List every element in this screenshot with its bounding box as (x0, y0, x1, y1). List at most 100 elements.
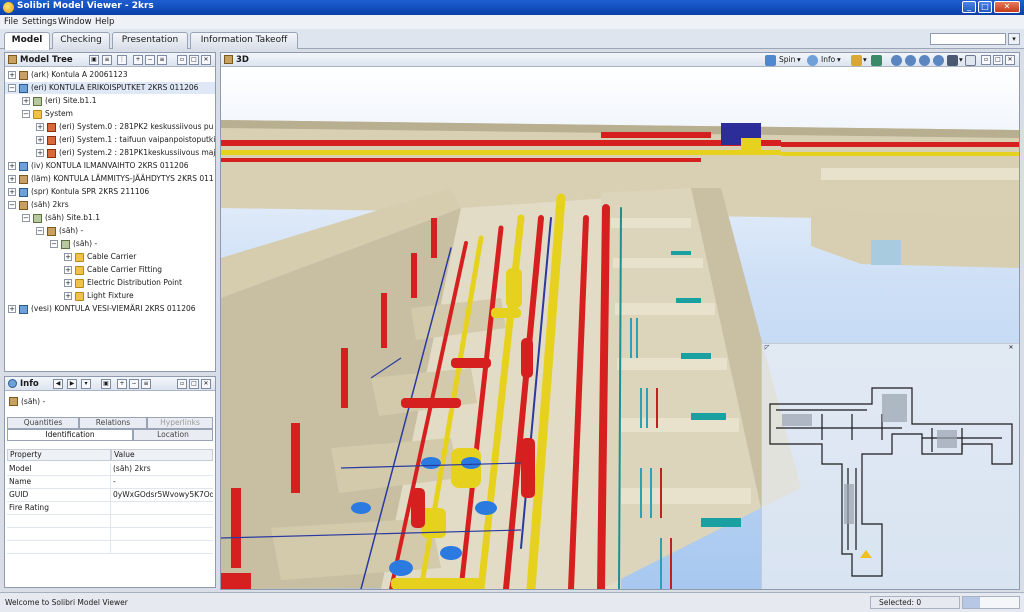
minimap-panel[interactable]: ◸ ✕ (761, 343, 1019, 589)
info-dropdown[interactable]: Info (821, 55, 835, 65)
tree-item[interactable]: + (eri) System.2 : 281PK1keskussiivous m… (5, 147, 215, 159)
search-icon[interactable]: ▾ (1008, 33, 1020, 45)
collapse-icon[interactable]: − (22, 110, 30, 118)
maximize-button[interactable]: □ (978, 1, 992, 13)
tree-item[interactable]: + (ark) Kontula A 20061123 (5, 69, 215, 81)
box-view-icon[interactable] (851, 55, 862, 66)
panel-maximize-icon[interactable]: □ (189, 379, 199, 389)
chevron-down-icon[interactable]: ▾ (959, 55, 963, 65)
panel-maximize-icon[interactable]: □ (189, 55, 199, 65)
tree-item[interactable]: − (säh) Site.b1.1 (5, 212, 215, 224)
expand-icon[interactable]: + (64, 253, 72, 261)
tree-filter-icon[interactable]: ≡ (102, 55, 112, 65)
minimap-close-icon[interactable]: ✕ (1006, 344, 1016, 354)
expand-icon[interactable]: + (8, 71, 16, 79)
expand-icon[interactable]: + (8, 162, 16, 170)
close-button[interactable]: ✕ (994, 1, 1020, 13)
tree-item[interactable]: − (säh) - (5, 225, 215, 237)
tab-relations[interactable]: Relations (79, 417, 147, 429)
minimap-resize-icon[interactable]: ◸ (762, 344, 772, 354)
info-settings-icon[interactable]: ▣ (101, 379, 111, 389)
tab-information-takeoff[interactable]: Information Takeoff (190, 32, 298, 49)
dropdown-icon[interactable]: ▾ (81, 379, 91, 389)
tree-item[interactable]: + Electric Distribution Point (5, 277, 215, 289)
tree-item[interactable]: − (eri) KONTULA ERIKOISPUTKET 2KRS 01120… (5, 82, 215, 94)
menu-window[interactable]: Window (58, 17, 92, 27)
tree-item[interactable]: − (säh) 2krs (5, 199, 215, 211)
expand-icon[interactable]: + (64, 292, 72, 300)
menu-file[interactable]: File (4, 17, 18, 27)
expand-icon[interactable]: + (36, 149, 44, 157)
info-icon[interactable] (807, 55, 818, 66)
zoom-fit-icon[interactable] (891, 55, 902, 66)
tree-item[interactable]: + (iv) KONTULA ILMANVAIHTO 2KRS 011206 (5, 160, 215, 172)
tree-item[interactable]: − System (5, 108, 215, 120)
minimize-button[interactable]: _ (962, 1, 976, 13)
tree-list-icon[interactable]: ≡ (157, 55, 167, 65)
forward-arrow-icon[interactable]: ▶ (67, 379, 77, 389)
tree-item[interactable]: + Cable Carrier Fitting (5, 264, 215, 276)
expand-icon[interactable]: + (64, 279, 72, 287)
expand-icon[interactable]: + (22, 97, 30, 105)
collapse-all-icon[interactable]: − (129, 379, 139, 389)
tab-quantities[interactable]: Quantities (7, 417, 79, 429)
collapse-all-icon[interactable]: − (145, 55, 155, 65)
expand-icon[interactable]: + (8, 188, 16, 196)
list-icon[interactable]: ≡ (141, 379, 151, 389)
panel-maximize-icon[interactable]: □ (993, 55, 1003, 65)
panel-restore-icon[interactable]: ▫ (177, 55, 187, 65)
zoom-out-icon[interactable] (919, 55, 930, 66)
tree-item[interactable]: + (eri) System.0 : 281PK2 keskussiivous … (5, 121, 215, 133)
expand-all-icon[interactable]: + (117, 379, 127, 389)
collapse-icon[interactable]: − (8, 201, 16, 209)
panel-close-icon[interactable]: ✕ (1005, 55, 1015, 65)
search-input[interactable] (930, 33, 1006, 45)
tree-structure-icon[interactable]: ⋮ (117, 55, 127, 65)
tree-item[interactable]: + (eri) Site.b1.1 (5, 95, 215, 107)
tab-presentation[interactable]: Presentation (112, 32, 188, 49)
folder-icon (75, 266, 84, 275)
empty-row (7, 541, 111, 554)
tree-tool-icon[interactable]: ▣ (89, 55, 99, 65)
tree-item[interactable]: + Light Fixture (5, 290, 215, 302)
walk-icon[interactable] (871, 55, 882, 66)
expand-icon[interactable]: + (36, 136, 44, 144)
tree-item[interactable]: + (vesi) KONTULA VESI-VIEMÄRI 2KRS 01120… (5, 303, 215, 315)
tree-item[interactable]: + (spr) Kontula SPR 2KRS 211106 (5, 186, 215, 198)
menu-settings[interactable]: Settings (22, 17, 57, 27)
collapse-icon[interactable]: − (36, 227, 44, 235)
expand-icon[interactable]: + (8, 175, 16, 183)
chevron-down-icon[interactable]: ▾ (863, 55, 867, 65)
collapse-icon[interactable]: − (8, 84, 16, 92)
zoom-window-icon[interactable] (933, 55, 944, 66)
tab-identification[interactable]: Identification (7, 429, 133, 441)
spin-icon[interactable] (765, 55, 776, 66)
tree-item[interactable]: + (eri) System.1 : taifuun vaipanpoistop… (5, 134, 215, 146)
spin-dropdown[interactable]: Spin (779, 55, 795, 65)
tree-item[interactable]: − (säh) - (5, 238, 215, 250)
panel-close-icon[interactable]: ✕ (201, 379, 211, 389)
back-arrow-icon[interactable]: ◀ (53, 379, 63, 389)
menu-help[interactable]: Help (95, 17, 114, 27)
tab-checking[interactable]: Checking (52, 32, 110, 49)
expand-icon[interactable]: + (36, 123, 44, 131)
layout-icon[interactable] (965, 55, 976, 66)
tab-hyperlinks[interactable]: Hyperlinks (147, 417, 213, 429)
chevron-down-icon[interactable]: ▾ (797, 55, 801, 65)
tree-item-label: (eri) KONTULA ERIKOISPUTKET 2KRS 011206 (31, 83, 199, 92)
tab-location[interactable]: Location (133, 429, 213, 441)
expand-icon[interactable]: + (64, 266, 72, 274)
tab-model[interactable]: Model (4, 32, 50, 50)
expand-icon[interactable]: + (8, 305, 16, 313)
zoom-in-icon[interactable] (905, 55, 916, 66)
expand-all-icon[interactable]: + (133, 55, 143, 65)
select-tool-icon[interactable] (947, 55, 958, 66)
tree-item[interactable]: + (läm) KONTULA LÄMMITYS-JÄÄHDYTYS 2KRS … (5, 173, 215, 185)
collapse-icon[interactable]: − (22, 214, 30, 222)
tree-item[interactable]: + Cable Carrier (5, 251, 215, 263)
panel-restore-icon[interactable]: ▫ (981, 55, 991, 65)
panel-restore-icon[interactable]: ▫ (177, 379, 187, 389)
chevron-down-icon[interactable]: ▾ (837, 55, 841, 65)
panel-close-icon[interactable]: ✕ (201, 55, 211, 65)
collapse-icon[interactable]: − (50, 240, 58, 248)
